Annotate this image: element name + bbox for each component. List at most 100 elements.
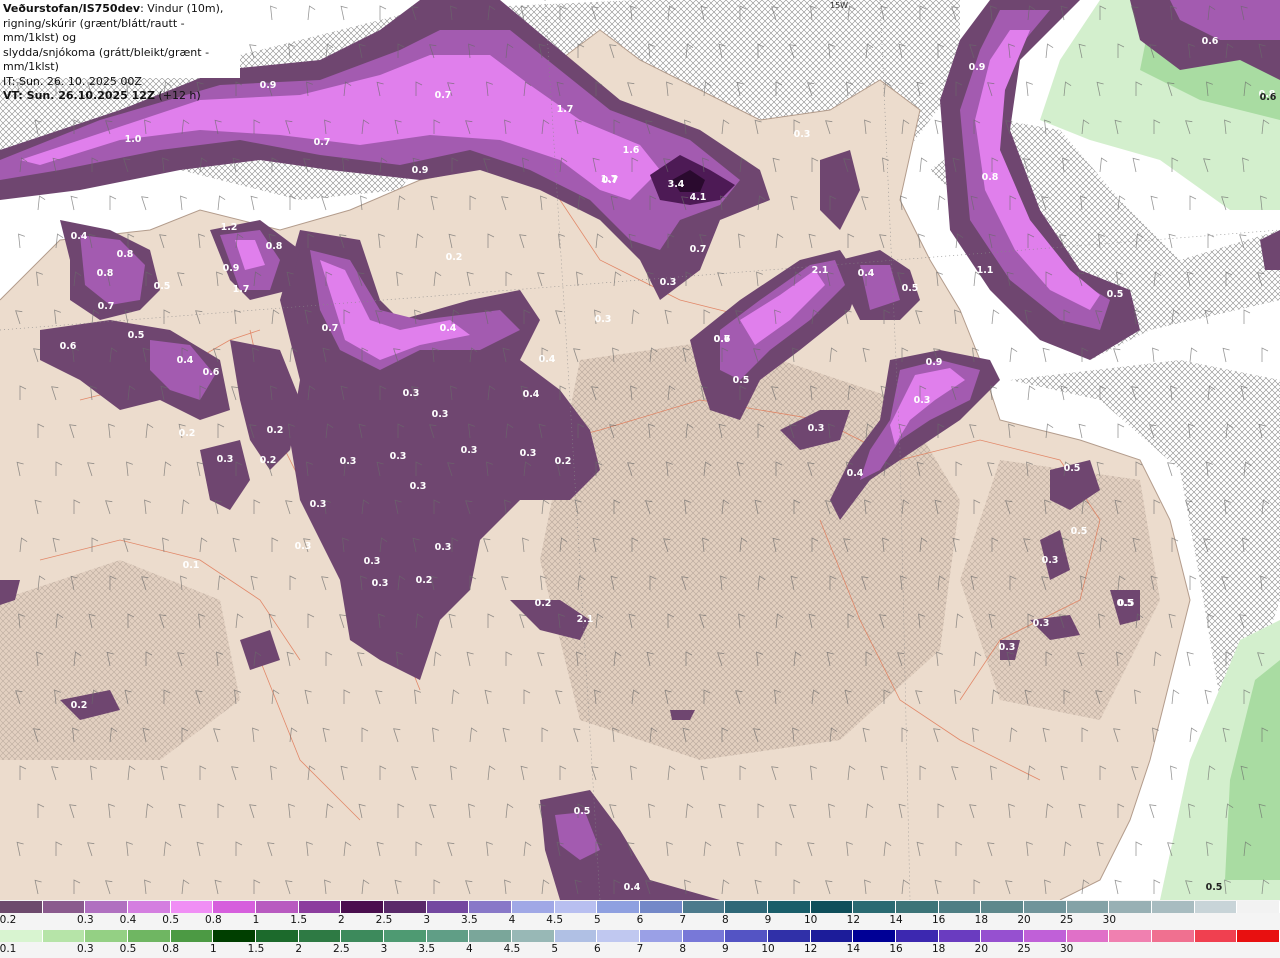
precip-value-label: 0.3: [390, 451, 407, 462]
precip-value-label: 0.5: [574, 806, 591, 817]
forecast-map[interactable]: 15W 0.9 0.7 1.0 0.7 0.9 0.7 1.7 1.6 1.7 3.4 4.1 0.7…: [0, 0, 1280, 900]
legend-swatch: [0, 901, 43, 913]
precip-value-label: 0.3: [295, 541, 312, 552]
precip-value-label: 1.6: [623, 145, 640, 156]
legend-swatch: [682, 901, 726, 913]
legend-swatch: [896, 901, 939, 913]
description-line-3: slydda/snjókoma (grátt/bleikt/grænt - mm…: [3, 45, 210, 74]
valid-time-line: VT: Sun. 26.10.2025 12Z (+12 h): [3, 89, 237, 104]
precip-value-label: 0.8: [97, 268, 114, 279]
legend-swatch: [298, 930, 342, 942]
weather-map-view: 15W 0.9 0.7 1.0 0.7 0.9 0.7 1.7 1.6 1.7 3.4 4.1 0.7…: [0, 0, 1280, 958]
precip-value-label: 1.0: [125, 134, 142, 145]
legend-swatch: [384, 901, 427, 913]
precip-value-label: 0.3: [808, 423, 825, 434]
legend-swatch: [768, 901, 811, 913]
issue-time: IT: Sun. 26. 10. 2025 00Z: [3, 74, 142, 88]
precip-value-label: 0.4: [177, 355, 194, 366]
legend-swatch: [128, 901, 171, 913]
legend-tick-label: 30: [1102, 914, 1117, 926]
legend-tick-label: 1.5: [290, 914, 308, 926]
legend-swatch: [512, 930, 555, 942]
legend-tick-label: 4.5: [546, 914, 564, 926]
precip-value-label: 0.2: [446, 252, 463, 263]
legend-swatch: [426, 930, 470, 942]
precip-value-label: 0.3: [372, 578, 389, 589]
legend-swatch: [1152, 930, 1195, 942]
legend-tick-label: 4: [508, 914, 516, 926]
legend-swatch: [341, 901, 385, 913]
precip-value-label: 3.4: [668, 179, 685, 190]
precip-value-label: 0.7: [314, 137, 331, 148]
precip-value-label: 0.2: [71, 700, 88, 711]
legend-tick-label: 4.5: [503, 943, 521, 955]
legend-swatch: [512, 901, 555, 913]
legend-tick-label: 1: [209, 943, 217, 955]
legend-tick-label: 0.5: [162, 914, 180, 926]
precip-value-label: 0.4: [847, 468, 864, 479]
precip-value-label: 0.3: [1085, 431, 1102, 442]
precip-value-label: 0.9: [412, 165, 429, 176]
precip-value-label: 0.9: [926, 357, 943, 368]
precip-value-label: 0.4: [71, 231, 88, 242]
legend-swatch: [640, 901, 683, 913]
precip-value-label: 0.3: [999, 642, 1016, 653]
legend-swatch: [170, 901, 214, 913]
precip-value-label: 0.4: [858, 268, 875, 279]
legend-swatch: [128, 930, 171, 942]
legend-tick-label: 3.5: [460, 914, 478, 926]
precip-value-label: 0.2: [555, 456, 572, 467]
precip-value-label: 0.5: [154, 281, 171, 292]
precip-value-label: 0.3: [364, 556, 381, 567]
description-line-2: rigning/skúrir (grænt/blátt/rautt - mm/1…: [3, 16, 185, 45]
precip-value-label: 0.2: [416, 575, 433, 586]
legend-tick-label: 12: [846, 914, 861, 926]
precip-value-label: 0.9: [223, 263, 240, 274]
legend-tick-label: 2.5: [375, 914, 393, 926]
legend-tick-label: 18: [974, 914, 989, 926]
precip-value-label: 0.5: [733, 375, 750, 386]
legend-tick-label: 30: [1059, 943, 1074, 955]
legend-swatch: [426, 901, 470, 913]
legend-tick-label: 8: [679, 943, 686, 955]
legend-tick-label: 20: [974, 943, 989, 955]
legend-tick-label: 14: [889, 914, 903, 926]
legend-tick-label: 25: [1059, 914, 1074, 926]
precip-value-label: 0.3: [1033, 618, 1050, 629]
legend-swatches: [0, 930, 1280, 942]
legend-swatch: [298, 901, 342, 913]
legend-swatch: [938, 930, 982, 942]
legend-tick-label: 2: [295, 943, 302, 955]
precip-value-label: 2.1: [812, 265, 829, 276]
legend-tick-label: 6: [636, 914, 644, 926]
legend-tick-label: 9: [721, 943, 729, 955]
longitude-label: 15W: [830, 1, 848, 10]
legend-swatch: [256, 930, 299, 942]
legend-tick-label: 0.4: [119, 914, 137, 926]
precip-value-label: 0.3: [794, 129, 811, 140]
legend-tick-label: 1.5: [247, 943, 265, 955]
precip-value-label: 0.2: [535, 598, 552, 609]
precip-value-label: 1.2: [221, 222, 238, 233]
legend-swatch: [1237, 930, 1280, 942]
legend-swatch: [853, 901, 897, 913]
legend-tick-label: 3: [380, 943, 388, 955]
precip-value-label: 0.5: [902, 283, 919, 294]
legend-tick-label: 0.1: [0, 943, 17, 955]
precip-value-label: 0.3: [461, 445, 478, 456]
legend-swatch: [597, 930, 641, 942]
legend-swatch: [1194, 930, 1238, 942]
precip-value-label: 0.6: [203, 367, 220, 378]
precip-value-label: 0.3: [310, 499, 327, 510]
legend-tick-label: 10: [803, 914, 818, 926]
legend-tick-label: 6: [593, 943, 601, 955]
precip-value-label: 0.8: [266, 241, 283, 252]
legend-swatch: [981, 930, 1025, 942]
legend-tick-label: 0.8: [162, 943, 180, 955]
legend-swatch: [213, 930, 257, 942]
legend-tick-label: 3: [423, 914, 430, 926]
precip-value-label: 0.5: [1064, 463, 1081, 474]
legend-tick-label: 0.8: [204, 914, 222, 926]
precip-value-label: 4.1: [690, 192, 707, 203]
legend-tick-label: 2: [337, 914, 345, 926]
